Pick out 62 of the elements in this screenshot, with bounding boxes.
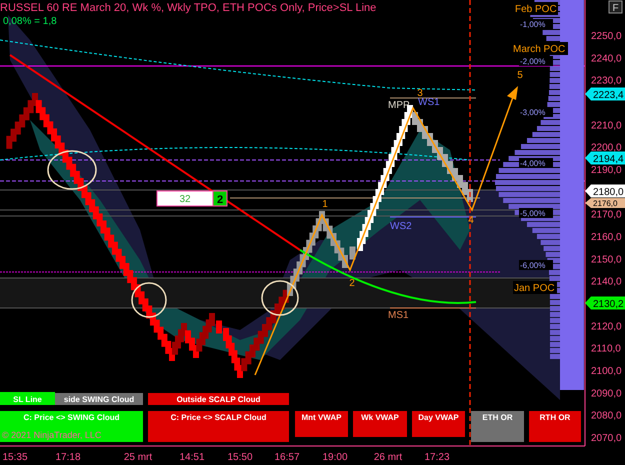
price-axis-label: 2200,0 <box>591 142 622 154</box>
poc-label: Feb POC <box>514 2 558 15</box>
percent-label: -5,00% <box>519 208 553 218</box>
price-axis-label: 2170,0 <box>591 210 622 221</box>
toggle-button[interactable]: side SWING Cloud <box>55 393 143 405</box>
price-axis-label: 2120,0 <box>591 321 622 332</box>
time-axis-label: 15:35 <box>2 452 28 463</box>
time-axis-label: 17:18 <box>55 452 81 463</box>
time-axis-label: 17:23 <box>424 452 450 463</box>
price-axis-label: 2110,0 <box>591 344 621 355</box>
time-axis-label: 15:50 <box>227 452 253 463</box>
price-axis-label: 2160,0 <box>591 232 622 243</box>
chart-title: RUSSEL 60 RE March 20, Wk %, Wkly TPO, ETH POCs Only, Price>SL Line <box>0 2 376 14</box>
price-axis-label: 2150,0 <box>591 254 622 266</box>
percent-label: -3,00% <box>519 107 553 117</box>
price-axis-label: 2080,0 <box>591 410 622 422</box>
price-tag: 2223,4 <box>585 88 625 101</box>
wave-label: 1 <box>322 199 328 210</box>
toggle-button[interactable]: RTH OR <box>529 411 581 442</box>
pivot-label: MS1 <box>388 310 409 321</box>
time-axis-label: 16:57 <box>274 452 300 463</box>
pivot-label: WS2 <box>390 221 412 232</box>
price-axis-label: 2090,0 <box>591 388 622 400</box>
price-axis-label: 2230,0 <box>591 76 622 87</box>
toggle-button[interactable]: C: Price <> SCALP Cloud <box>148 411 289 442</box>
counter-badge: 2 <box>212 190 228 206</box>
price-tag: 2176,0 <box>585 198 625 208</box>
toggle-button[interactable]: Day VWAP <box>412 411 465 437</box>
percent-label: -1,00% <box>519 19 553 29</box>
time-axis-label: 19:00 <box>322 452 348 463</box>
poc-label: Jan POC <box>513 281 557 294</box>
toggle-button[interactable]: Outside SCALP Cloud <box>148 393 289 405</box>
scale-info: 0,08% = 1,8 <box>3 16 57 27</box>
time-axis-label: 26 mrt <box>374 452 402 463</box>
price-axis-label: 2070,0 <box>591 432 622 444</box>
time-axis-label: 14:51 <box>179 452 205 463</box>
wave-label: 2 <box>349 278 355 289</box>
chart-settings-button[interactable]: F <box>608 0 622 14</box>
price-axis-label: 2190,0 <box>591 164 622 176</box>
percent-label: -6,00% <box>519 260 553 270</box>
wave-label: 3 <box>417 88 423 99</box>
pivot-label: WS1 <box>418 97 440 108</box>
toggle-button[interactable]: Wk VWAP <box>353 411 407 437</box>
pivot-label: MPP <box>388 100 410 111</box>
price-tag: 2194,4 <box>585 152 625 165</box>
wave-label: 5 <box>517 70 523 81</box>
percent-label: -2,00% <box>519 56 553 66</box>
price-tag: 2130,2 <box>585 296 625 310</box>
price-axis-label: 2210,0 <box>591 120 622 132</box>
percent-label: -4,00% <box>519 158 553 168</box>
toggle-button[interactable]: ETH OR <box>471 411 524 442</box>
price-axis-label: 2250,0 <box>591 31 622 42</box>
copyright-text: © 2021 NinjaTrader, LLC <box>2 430 102 440</box>
time-axis-label: 25 mrt <box>124 452 152 463</box>
price-tag: 2180,0 <box>585 184 625 198</box>
price-axis-label: 2140,0 <box>591 276 622 288</box>
poc-label: March POC <box>512 42 568 55</box>
toggle-button[interactable]: Mnt VWAP <box>295 411 348 437</box>
price-axis-label: 2100,0 <box>591 366 622 377</box>
price-axis-label: 2240,0 <box>591 53 622 64</box>
counter-field: 32 <box>156 190 214 206</box>
wave-label: 4 <box>468 215 474 226</box>
